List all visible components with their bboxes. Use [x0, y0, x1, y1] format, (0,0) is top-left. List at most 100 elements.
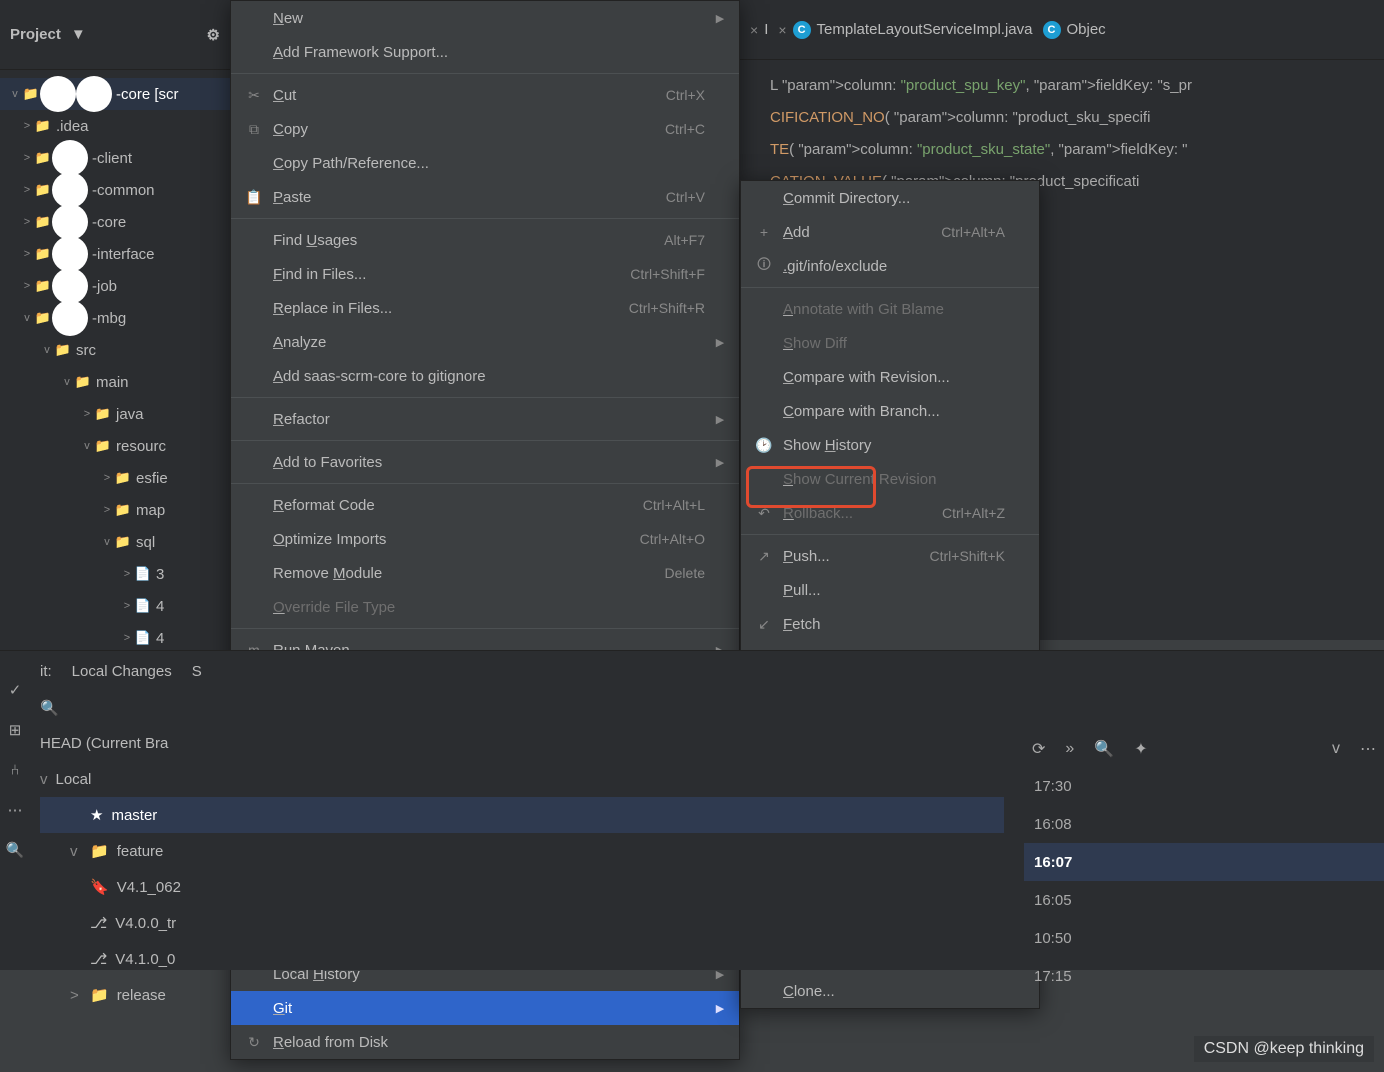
menu-item-show-diff: Show Diff [741, 326, 1039, 360]
tree-label: 4 [156, 598, 164, 615]
commit-row[interactable]: 16:08 [1024, 805, 1384, 843]
menu-item-reload-from-disk[interactable]: ↻Reload from Disk [231, 1025, 739, 1059]
menu-item-remove-module[interactable]: Remove ModuleDelete [231, 556, 739, 590]
commit-row[interactable]: 16:05 [1024, 881, 1384, 919]
menu-item-add-framework-support[interactable]: Add Framework Support... [231, 35, 739, 69]
menu-item-new[interactable]: New▶ [231, 1, 739, 35]
chevron-icon: > [120, 568, 134, 580]
vcs-tab[interactable]: it: [40, 663, 52, 680]
commit-time: 16:07 [1034, 854, 1072, 871]
branch-item[interactable]: v📁feature [40, 833, 1004, 869]
tree-item[interactable]: >📁-job [0, 270, 230, 302]
menu-item-analyze[interactable]: Analyze▶ [231, 325, 739, 359]
chevron-icon: v [40, 344, 54, 356]
menu-item-replace-in-files[interactable]: Replace in Files...Ctrl+Shift+R [231, 291, 739, 325]
commit-row[interactable]: 17:30 [1024, 767, 1384, 805]
collapse-icon[interactable]: ⋯ [1360, 739, 1376, 759]
menu-icon: ⧉ [245, 121, 263, 138]
tree-label: -mbg [92, 310, 126, 327]
vcs-tabs[interactable]: it: Local Changes S [0, 651, 1384, 691]
tree-item[interactable]: v📁main [0, 366, 230, 398]
tree-item[interactable]: >📁map [0, 494, 230, 526]
shortcut-label: Ctrl+Alt+O [640, 531, 705, 547]
commit-row[interactable]: 10:50 [1024, 919, 1384, 957]
close-icon[interactable]: × [778, 22, 786, 38]
editor-tab[interactable]: ×I [750, 21, 768, 38]
project-tool-header[interactable]: Project ▼ ⚙ [0, 0, 230, 70]
search-icon[interactable]: 🔍 [0, 830, 30, 870]
folder-icon: 📁 [34, 214, 52, 230]
branch-item[interactable]: ★master [40, 797, 1004, 833]
chevron-icon: > [100, 472, 114, 484]
menu-item-refactor[interactable]: Refactor▶ [231, 402, 739, 436]
menu-item-add[interactable]: +AddCtrl+Alt+A [741, 215, 1039, 249]
commit-icon[interactable]: ✓ [0, 670, 30, 710]
menu-label: Copy Path/Reference... [273, 155, 695, 172]
tree-item[interactable]: >📁-common [0, 174, 230, 206]
gear-icon[interactable]: ⚙ [207, 26, 220, 44]
changes-icon[interactable]: ⊞ [0, 710, 30, 750]
editor-tab[interactable]: ×CTemplateLayoutServiceImpl.java [778, 21, 1032, 39]
menu-item-fetch[interactable]: ↙Fetch [741, 607, 1039, 641]
vcs-tab[interactable]: S [192, 663, 202, 680]
tree-label: -interface [92, 246, 155, 263]
commit-row[interactable]: 17:15 [1024, 957, 1384, 995]
tree-item[interactable]: >📁.idea [0, 110, 230, 142]
editor-tab[interactable]: CObjec [1043, 21, 1106, 39]
menu-item-show-history[interactable]: 🕑Show History [741, 428, 1039, 462]
tree-item[interactable]: >📄3 [0, 558, 230, 590]
tree-item[interactable]: >📁-interface [0, 238, 230, 270]
branch-item[interactable]: >📁release [40, 977, 1004, 1013]
redaction-dot [76, 76, 112, 112]
search-icon[interactable]: 🔍 [1094, 739, 1114, 759]
menu-item-rollback: ↶Rollback...Ctrl+Alt+Z [741, 496, 1039, 530]
tree-item[interactable]: >📁-core [0, 206, 230, 238]
branch-item[interactable]: 🔖V4.1_062 [40, 869, 1004, 905]
history-icon[interactable]: ⑃ [0, 750, 30, 790]
menu-item-find-usages[interactable]: Find UsagesAlt+F7 [231, 223, 739, 257]
menu-item-cut[interactable]: ✂CutCtrl+X [231, 78, 739, 112]
menu-label: Show Diff [783, 335, 995, 352]
close-icon[interactable]: × [750, 22, 758, 38]
search-icon[interactable]: 🔍 [40, 699, 1004, 717]
menu-item-optimize-imports[interactable]: Optimize ImportsCtrl+Alt+O [231, 522, 739, 556]
more-icon[interactable]: ⋯ [0, 790, 30, 830]
project-root[interactable]: v 📁 -core [scr [0, 78, 230, 110]
tree-item[interactable]: v📁sql [0, 526, 230, 558]
menu-item-commit-directory[interactable]: Commit Directory... [741, 181, 1039, 215]
refresh-icon[interactable]: ⟳ [1032, 739, 1045, 759]
tree-item[interactable]: v📁src [0, 334, 230, 366]
tree-item[interactable]: >📁java [0, 398, 230, 430]
branch-item[interactable]: ⎇V4.0.0_tr [40, 905, 1004, 941]
menu-item-compare-with-revision[interactable]: Compare with Revision... [741, 360, 1039, 394]
more-icon[interactable]: » [1065, 740, 1074, 758]
menu-item-find-in-files[interactable]: Find in Files...Ctrl+Shift+F [231, 257, 739, 291]
branch-label: master [111, 807, 157, 824]
commit-row[interactable]: 16:07 [1024, 843, 1384, 881]
vcs-tab[interactable]: Local Changes [72, 663, 172, 680]
menu-item-add-saas-scrm-core-to-gitignore[interactable]: Add saas-scrm-core to gitignore [231, 359, 739, 393]
tree-item[interactable]: >📁esfie [0, 462, 230, 494]
menu-item-annotate-with-git-blame: Annotate with Git Blame [741, 292, 1039, 326]
menu-item-add-to-favorites[interactable]: Add to Favorites▶ [231, 445, 739, 479]
branch-item[interactable]: ⎇V4.1.0_0 [40, 941, 1004, 977]
menu-item-copy[interactable]: ⧉CopyCtrl+C [231, 112, 739, 146]
tree-item[interactable]: v📁resourc [0, 430, 230, 462]
menu-item-paste[interactable]: 📋PasteCtrl+V [231, 180, 739, 214]
menu-item-git-info-exclude[interactable]: 🛈.git/info/exclude [741, 249, 1039, 283]
menu-item-copy-path-reference[interactable]: Copy Path/Reference... [231, 146, 739, 180]
chevron-icon: > [20, 152, 34, 164]
star-icon[interactable]: ✦ [1134, 739, 1147, 759]
expand-arrow[interactable]: v [1332, 740, 1340, 758]
tree-label: src [76, 342, 96, 359]
menu-label: Commit Directory... [783, 190, 995, 207]
tree-item[interactable]: >📁-client [0, 142, 230, 174]
tree-item[interactable]: >📄4 [0, 590, 230, 622]
menu-item-compare-with-branch[interactable]: Compare with Branch... [741, 394, 1039, 428]
tree-item[interactable]: v📁-mbg [0, 302, 230, 334]
menu-item-pull[interactable]: Pull... [741, 573, 1039, 607]
local-group[interactable]: vLocal [40, 761, 1004, 797]
tree-label: -core [scr [116, 86, 179, 103]
menu-item-push[interactable]: ↗Push...Ctrl+Shift+K [741, 539, 1039, 573]
menu-item-reformat-code[interactable]: Reformat CodeCtrl+Alt+L [231, 488, 739, 522]
